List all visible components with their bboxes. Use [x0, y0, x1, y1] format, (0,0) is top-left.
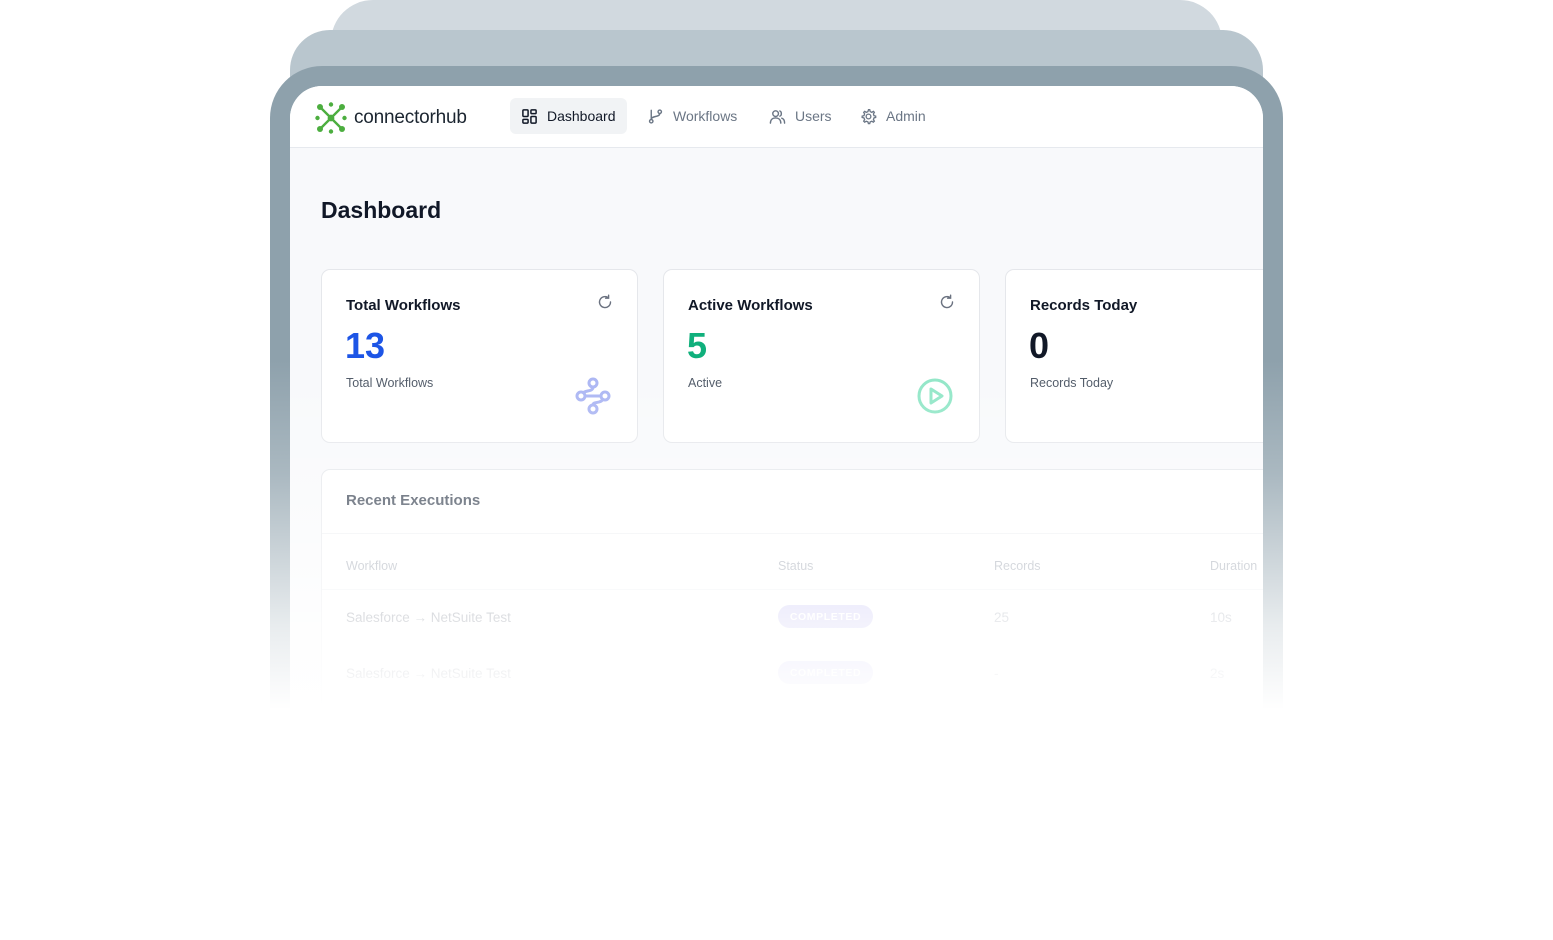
top-nav: connectorhub Dashboard Workflows Users A… [290, 86, 1263, 148]
nav-item-admin[interactable]: Admin [849, 98, 937, 134]
nav-item-workflows[interactable]: Workflows [636, 98, 748, 134]
status-badge: COMPLETED [778, 605, 873, 628]
status-badge: COMPLETED [778, 661, 873, 684]
cell-duration: 2s [1210, 666, 1225, 681]
column-header-workflow[interactable]: Workflow [346, 559, 397, 573]
device-frame: connectorhub Dashboard Workflows Users A… [270, 66, 1283, 726]
card-title: Total Workflows [346, 297, 461, 314]
table-row-faded [322, 702, 1263, 726]
nav-item-dashboard[interactable]: Dashboard [510, 98, 627, 134]
app-logo[interactable]: connectorhub [314, 101, 467, 135]
card-subtitle: Active [688, 376, 723, 390]
cell-workflow: Salesforce → NetSuite Test [346, 610, 511, 625]
git-branch-icon [648, 108, 663, 124]
cell-workflow: Salesforce → NetSuite Test [346, 666, 511, 681]
card-subtitle: Records Today [1030, 376, 1114, 390]
nav-item-users[interactable]: Users [758, 98, 843, 134]
device-stage: connectorhub Dashboard Workflows Users A… [0, 0, 1553, 940]
nav-label-workflows: Workflows [673, 108, 738, 124]
card-value: 0 [1029, 325, 1050, 366]
card-title: Active Workflows [688, 297, 813, 314]
stat-card-records-today: Records Today 0 Records Today [1005, 269, 1263, 443]
connectorhub-logo-icon [315, 102, 347, 134]
cell-records: - [994, 666, 999, 681]
cell-duration: 10s [1210, 610, 1232, 625]
nav-label-users: Users [795, 108, 832, 124]
stat-card-total-workflows: Total Workflows 13 Total Workflows [321, 269, 638, 443]
users-icon [769, 109, 786, 124]
play-circle-icon [917, 378, 953, 414]
table-row[interactable]: Salesforce → NetSuite Test COMPLETED 25 … [322, 590, 1263, 647]
column-header-duration[interactable]: Duration [1210, 559, 1257, 573]
column-header-status[interactable]: Status [778, 559, 813, 573]
card-value: 5 [687, 325, 708, 366]
recent-executions-panel: Recent Executions Workflow Status Record… [321, 469, 1263, 726]
page-title: Dashboard [321, 197, 442, 223]
nav-label-dashboard: Dashboard [547, 108, 616, 124]
table-row[interactable]: Salesforce → NetSuite Test COMPLETED - 2… [322, 646, 1263, 703]
workflow-nodes-icon [575, 377, 611, 415]
cell-records: 25 [994, 610, 1010, 625]
status-badge-placeholder [778, 717, 873, 726]
refresh-icon[interactable] [939, 294, 955, 310]
card-title: Records Today [1030, 297, 1138, 314]
gear-icon [861, 108, 877, 124]
app-name: connectorhub [354, 107, 467, 128]
card-subtitle: Total Workflows [346, 376, 434, 390]
stat-card-active-workflows: Active Workflows 5 Active [663, 269, 980, 443]
dashboard-grid-icon [522, 108, 537, 124]
nav-label-admin: Admin [886, 108, 926, 124]
card-value: 13 [345, 325, 386, 366]
column-header-records[interactable]: Records [994, 559, 1041, 573]
app-screen: connectorhub Dashboard Workflows Users A… [290, 86, 1263, 726]
refresh-icon[interactable] [597, 294, 613, 310]
divider [322, 533, 1263, 534]
panel-title: Recent Executions [346, 492, 481, 509]
